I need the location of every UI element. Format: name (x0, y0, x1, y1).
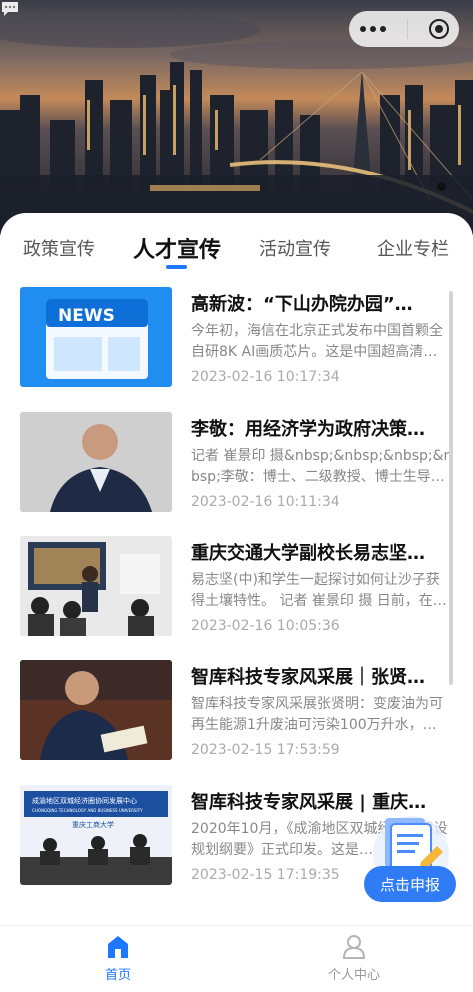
capsule-divider (406, 19, 408, 39)
newspaper-icon: NEWS (46, 299, 148, 379)
article-date: 2023-02-16 10:05:36 (191, 618, 340, 634)
more-dots-icon[interactable] (359, 26, 386, 32)
nav-profile-label: 个人中心 (327, 968, 380, 983)
carousel-indicator-dot[interactable] (437, 182, 446, 191)
list-item[interactable]: 李敬：用经济学为政府决策… 记者 崔景印 摄&nbsp;&nbsp;&nbsp;… (0, 412, 473, 512)
banner-title-en: CHONGQING TECHNOLOGY AND BUSINESS UNIVER… (32, 808, 143, 813)
classroom-photo (20, 536, 172, 636)
article-summary: 易志坚(中)和学生一起探讨如何让沙子获得土壤特性。 记者 崔景印 摄 日前，在… (191, 572, 447, 609)
article-date: 2023-02-16 10:11:34 (191, 494, 340, 510)
article-photo (20, 536, 172, 636)
tab-policy[interactable]: 政策宣传 (23, 235, 95, 261)
article-summary: 今年初，海信在北京正式发布中国首颗全自研8K AI画质芯片。这是中国超高清… (191, 323, 443, 360)
article-summary: 智库科技专家风采展张贤明：变废油为可再生能源1升废油可污染100万升水，… (191, 696, 443, 733)
tab-activity[interactable]: 活动宣传 (259, 235, 331, 261)
meeting-photo: 成渝地区双城经济圈协同发展中心 CHONGQING TECHNOLOGY AND… (20, 785, 172, 885)
list-item[interactable]: 智库科技专家风采展｜张贤… 智库科技专家风采展张贤明：变废油为可再生能源1升废油… (0, 660, 473, 760)
article-title: 重庆交通大学副校长易志坚… (191, 543, 425, 564)
nav-home-label: 首页 (104, 968, 131, 983)
portrait-photo (20, 412, 172, 512)
article-photo (20, 660, 172, 760)
portrait-photo (20, 660, 172, 760)
category-tabs: 政策宣传 人才宣传 活动宣传 企业专栏 (0, 213, 473, 273)
article-title: 智库科技专家风采展｜张贤… (191, 667, 425, 688)
chat-bubble-icon[interactable] (0, 0, 20, 18)
banner-subtitle: 重庆工商大学 (72, 820, 114, 829)
list-item[interactable]: NEWS 高新波：“下山办院办园”… 今年初，海信在北京正式发布中国首颗全自研8… (0, 287, 473, 387)
news-thumbnail: NEWS (20, 287, 172, 387)
article-photo (20, 412, 172, 512)
scrollbar[interactable] (449, 291, 453, 685)
bottom-navigation: 首页 个人中心 (0, 925, 473, 992)
article-date: 2023-02-15 17:19:35 (191, 867, 340, 883)
list-item[interactable]: 重庆交通大学副校长易志坚… 易志坚(中)和学生一起探讨如何让沙子获得土壤特性。 … (0, 536, 473, 636)
person-icon (342, 935, 366, 959)
news-thumbnail-text: NEWS (58, 306, 115, 326)
active-tab-indicator (166, 265, 187, 269)
article-date: 2023-02-15 17:53:59 (191, 742, 340, 758)
article-title: 李敬：用经济学为政府决策… (191, 419, 425, 440)
nav-home[interactable]: 首页 (58, 934, 178, 983)
article-title: 高新波：“下山办院办园”… (191, 294, 413, 315)
target-circle-icon[interactable] (428, 19, 449, 39)
mini-program-capsule (349, 11, 459, 47)
apply-button[interactable]: 点击申报 (364, 866, 456, 902)
article-date: 2023-02-16 10:17:34 (191, 369, 340, 385)
nav-profile[interactable]: 个人中心 (294, 934, 414, 983)
banner-title: 成渝地区双城经济圈协同发展中心 (32, 796, 137, 805)
home-icon (108, 936, 128, 958)
hero-banner-image[interactable] (0, 0, 473, 235)
article-photo: 成渝地区双城经济圈协同发展中心 CHONGQING TECHNOLOGY AND… (20, 785, 172, 885)
article-summary: 记者 崔景印 摄&nbsp;&nbsp;&nbsp;&nbsp;李敬：博士、二级… (191, 448, 453, 485)
tab-talent[interactable]: 人才宣传 (133, 232, 221, 264)
tab-enterprise[interactable]: 企业专栏 (377, 235, 449, 261)
